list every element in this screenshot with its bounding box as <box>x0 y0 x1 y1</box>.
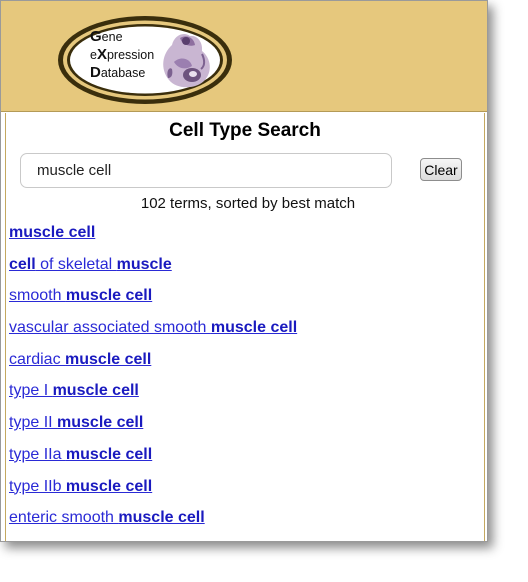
result-link[interactable]: cardiac muscle cell <box>9 351 151 368</box>
app-window: Gene eXpression Database Cell Type Searc… <box>0 0 488 542</box>
result-link[interactable]: enteric smooth muscle cell <box>9 509 205 526</box>
result-item: type IIa muscle cell <box>9 445 297 477</box>
gxd-logo[interactable]: Gene eXpression Database <box>56 14 234 106</box>
result-item: type I muscle cell <box>9 381 297 413</box>
result-text: type IIa <box>9 445 66 463</box>
result-text: type IIb <box>9 477 66 495</box>
result-item: muscle cell <box>9 223 297 255</box>
result-text: enteric smooth <box>9 509 119 527</box>
result-text: type II <box>9 414 58 432</box>
result-match-text: muscle <box>116 255 172 273</box>
result-item: cell of skeletal muscle <box>9 255 297 287</box>
result-link[interactable]: smooth muscle cell <box>9 287 152 304</box>
result-match-text: muscle cell <box>65 477 153 495</box>
result-link[interactable]: type IIa muscle cell <box>9 446 152 463</box>
result-match-text: muscle cell <box>65 350 152 368</box>
logo-wordmark: Gene eXpression Database <box>90 28 155 81</box>
result-link[interactable]: type II muscle cell <box>9 414 143 431</box>
search-panel: Cell Type Search Clear 102 terms, sorted… <box>5 113 485 541</box>
result-item: cardiac muscle cell <box>9 350 297 382</box>
result-link[interactable]: vascular associated smooth muscle cell <box>9 319 297 336</box>
result-match-text: cell <box>9 255 36 273</box>
search-input[interactable] <box>20 153 392 188</box>
result-match-text: muscle cell <box>65 445 153 463</box>
result-count: 102 terms, sorted by best match <box>140 195 356 212</box>
header-banner: Gene eXpression Database <box>1 1 487 112</box>
result-text: cardiac <box>9 350 66 368</box>
result-link[interactable]: muscle cell <box>9 224 95 241</box>
result-match-text: muscle cell <box>52 382 139 400</box>
result-match-text: muscle cell <box>57 414 144 432</box>
result-text: smooth <box>9 287 66 305</box>
result-item: type IIb muscle cell <box>9 477 297 509</box>
result-match-text: muscle cell <box>210 319 298 337</box>
result-link[interactable]: type I muscle cell <box>9 382 139 399</box>
result-match-text: muscle cell <box>65 287 153 305</box>
result-item: smooth muscle cell <box>9 286 297 318</box>
result-text: type I <box>9 382 53 400</box>
clear-button[interactable]: Clear <box>420 158 462 181</box>
result-item: type II muscle cell <box>9 413 297 445</box>
result-link[interactable]: type IIb muscle cell <box>9 478 152 495</box>
result-match-text: muscle cell <box>118 509 205 527</box>
results-list: muscle cell cell of skeletal muscle smooth… <box>9 223 297 540</box>
page-title: Cell Type Search <box>169 120 321 141</box>
result-text: vascular associated smooth <box>9 319 211 337</box>
result-match-text: muscle cell <box>9 224 96 241</box>
result-link[interactable]: cell of skeletal muscle <box>9 256 172 273</box>
result-item: enteric smooth muscle cell <box>9 508 297 540</box>
result-item: vascular associated smooth muscle cell <box>9 318 297 350</box>
result-text: of skeletal <box>35 255 117 273</box>
